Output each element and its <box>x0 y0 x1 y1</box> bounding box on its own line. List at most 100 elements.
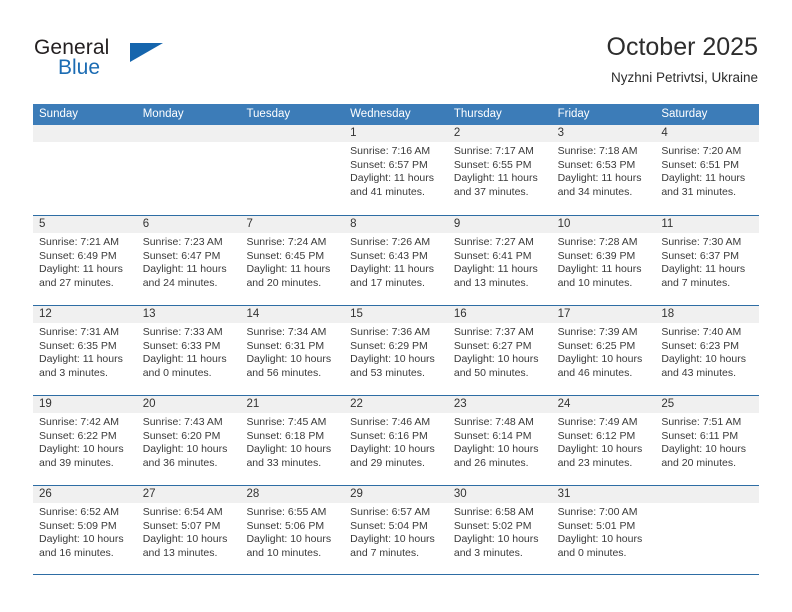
day-number: 17 <box>557 308 571 320</box>
day-cell[interactable]: 7 Sunrise: 7:24 AM Sunset: 6:45 PM Dayli… <box>240 216 345 305</box>
daylight-text-2: and 13 minutes. <box>142 546 218 559</box>
day-info: Sunrise: 7:49 AM Sunset: 6:12 PM Dayligh… <box>552 413 656 470</box>
day-number: 9 <box>453 218 461 230</box>
sunrise-text: Sunrise: 7:46 AM <box>350 416 431 428</box>
sunrise-text: Sunrise: 7:00 AM <box>557 506 638 518</box>
sunset-text: Sunset: 6:39 PM <box>557 249 636 262</box>
day-cell[interactable]: 20 Sunrise: 7:43 AM Sunset: 6:20 PM Dayl… <box>136 396 241 485</box>
daylight-text-1: Daylight: 10 hours <box>557 443 643 456</box>
day-cell[interactable]: 25 Sunrise: 7:51 AM Sunset: 6:11 PM Dayl… <box>655 396 760 485</box>
day-cell[interactable]: 22 Sunrise: 7:46 AM Sunset: 6:16 PM Dayl… <box>344 396 448 485</box>
day-cell[interactable]: 1 Sunrise: 7:16 AM Sunset: 6:57 PM Dayli… <box>344 125 448 215</box>
day-number: 5 <box>39 218 46 230</box>
day-cell[interactable]: 19 Sunrise: 7:42 AM Sunset: 6:22 PM Dayl… <box>33 396 137 485</box>
day-cell[interactable]: 10 Sunrise: 7:28 AM Sunset: 6:39 PM Dayl… <box>551 216 656 305</box>
day-info: Sunrise: 6:54 AM Sunset: 5:07 PM Dayligh… <box>137 503 241 560</box>
day-cell[interactable]: 29 Sunrise: 6:57 AM Sunset: 5:04 PM Dayl… <box>344 486 448 574</box>
day-number-band: 31 <box>551 486 656 503</box>
day-number: 2 <box>453 127 461 139</box>
day-info: Sunrise: 6:55 AM Sunset: 5:06 PM Dayligh… <box>240 503 344 560</box>
logo-text-blue: Blue <box>58 56 101 79</box>
daylight-text-1: Daylight: 10 hours <box>246 443 332 456</box>
sunset-text: Sunset: 6:18 PM <box>246 429 325 442</box>
day-number: 7 <box>246 218 253 230</box>
sunset-text: Sunset: 6:27 PM <box>453 339 532 352</box>
day-number: 4 <box>661 127 668 139</box>
sunset-text: Sunset: 6:53 PM <box>557 158 636 171</box>
day-cell[interactable]: 21 Sunrise: 7:45 AM Sunset: 6:18 PM Dayl… <box>240 396 345 485</box>
sunrise-text: Sunrise: 7:43 AM <box>142 416 223 428</box>
weekday-header-thursday: Thursday <box>453 108 502 120</box>
day-number-band: 15 <box>344 306 448 323</box>
day-info: Sunrise: 7:21 AM Sunset: 6:49 PM Dayligh… <box>33 233 137 290</box>
day-cell[interactable]: 3 Sunrise: 7:18 AM Sunset: 6:53 PM Dayli… <box>551 125 656 215</box>
daylight-text-1: Daylight: 10 hours <box>142 443 228 456</box>
day-cell[interactable]: 12 Sunrise: 7:31 AM Sunset: 6:35 PM Dayl… <box>33 306 137 395</box>
generalblue-logo[interactable]: General Blue <box>34 36 234 86</box>
day-cell[interactable]: 15 Sunrise: 7:36 AM Sunset: 6:29 PM Dayl… <box>344 306 448 395</box>
day-cell[interactable]: 28 Sunrise: 6:55 AM Sunset: 5:06 PM Dayl… <box>240 486 345 574</box>
day-cell[interactable]: 13 Sunrise: 7:33 AM Sunset: 6:33 PM Dayl… <box>136 306 241 395</box>
day-number-band: 30 <box>447 486 552 503</box>
sunrise-text: Sunrise: 7:31 AM <box>39 326 119 338</box>
sunrise-text: Sunrise: 6:52 AM <box>39 506 119 518</box>
sunset-text: Sunset: 6:51 PM <box>661 158 739 171</box>
day-number: 15 <box>350 308 363 320</box>
weekday-header-wednesday: Wednesday <box>350 108 411 120</box>
sunrise-text: Sunrise: 7:34 AM <box>246 326 327 338</box>
day-info: Sunrise: 7:33 AM Sunset: 6:33 PM Dayligh… <box>137 323 241 380</box>
day-cell[interactable]: 5 Sunrise: 7:21 AM Sunset: 6:49 PM Dayli… <box>33 216 137 305</box>
day-number: 10 <box>557 218 571 230</box>
daylight-text-2: and 56 minutes. <box>246 366 322 379</box>
sunset-text: Sunset: 5:06 PM <box>246 519 325 532</box>
sunrise-text: Sunrise: 7:33 AM <box>142 326 223 338</box>
daylight-text-1: Daylight: 11 hours <box>350 172 435 185</box>
day-cell[interactable]: 23 Sunrise: 7:48 AM Sunset: 6:14 PM Dayl… <box>447 396 552 485</box>
daylight-text-1: Daylight: 11 hours <box>142 353 227 366</box>
daylight-text-1: Daylight: 10 hours <box>557 353 643 366</box>
daylight-text-1: Daylight: 11 hours <box>39 353 123 366</box>
day-cell[interactable]: 17 Sunrise: 7:39 AM Sunset: 6:25 PM Dayl… <box>551 306 656 395</box>
day-info: Sunrise: 7:17 AM Sunset: 6:55 PM Dayligh… <box>448 142 552 199</box>
day-cell[interactable]: 14 Sunrise: 7:34 AM Sunset: 6:31 PM Dayl… <box>240 306 345 395</box>
sunset-text: Sunset: 5:02 PM <box>453 519 532 532</box>
daylight-text-2: and 31 minutes. <box>661 185 737 198</box>
sunset-text: Sunset: 6:25 PM <box>557 339 636 352</box>
day-number: 31 <box>557 488 571 500</box>
day-number-band: 12 <box>33 306 137 323</box>
day-cell[interactable]: 16 Sunrise: 7:37 AM Sunset: 6:27 PM Dayl… <box>447 306 552 395</box>
day-cell[interactable]: 26 Sunrise: 6:52 AM Sunset: 5:09 PM Dayl… <box>33 486 137 574</box>
sunrise-text: Sunrise: 7:36 AM <box>350 326 431 338</box>
day-info: Sunrise: 7:26 AM Sunset: 6:43 PM Dayligh… <box>344 233 448 290</box>
sunset-text: Sunset: 6:14 PM <box>453 429 532 442</box>
day-number-band: 16 <box>447 306 552 323</box>
day-number-band: 22 <box>344 396 448 413</box>
sunset-text: Sunset: 6:43 PM <box>350 249 428 262</box>
day-cell[interactable]: 6 Sunrise: 7:23 AM Sunset: 6:47 PM Dayli… <box>136 216 241 305</box>
sunset-text: Sunset: 5:09 PM <box>39 519 117 532</box>
day-info: Sunrise: 6:57 AM Sunset: 5:04 PM Dayligh… <box>344 503 448 560</box>
day-cell[interactable]: 11 Sunrise: 7:30 AM Sunset: 6:37 PM Dayl… <box>655 216 760 305</box>
day-cell[interactable]: 9 Sunrise: 7:27 AM Sunset: 6:41 PM Dayli… <box>447 216 552 305</box>
day-cell[interactable]: 30 Sunrise: 6:58 AM Sunset: 5:02 PM Dayl… <box>447 486 552 574</box>
day-cell[interactable]: 4 Sunrise: 7:20 AM Sunset: 6:51 PM Dayli… <box>655 125 760 215</box>
day-cell[interactable]: 2 Sunrise: 7:17 AM Sunset: 6:55 PM Dayli… <box>447 125 552 215</box>
day-number: 23 <box>453 398 467 410</box>
day-info: Sunrise: 7:18 AM Sunset: 6:53 PM Dayligh… <box>552 142 656 199</box>
day-number-band: 29 <box>344 486 448 503</box>
day-number: 16 <box>453 308 467 320</box>
day-info: Sunrise: 7:28 AM Sunset: 6:39 PM Dayligh… <box>552 233 656 290</box>
day-info: Sunrise: 6:58 AM Sunset: 5:02 PM Dayligh… <box>448 503 552 560</box>
sunrise-text: Sunrise: 6:55 AM <box>246 506 327 518</box>
day-cell[interactable]: 27 Sunrise: 6:54 AM Sunset: 5:07 PM Dayl… <box>136 486 241 574</box>
day-cell[interactable]: 8 Sunrise: 7:26 AM Sunset: 6:43 PM Dayli… <box>344 216 448 305</box>
day-number-band: 13 <box>136 306 241 323</box>
sunrise-text: Sunrise: 7:49 AM <box>557 416 638 428</box>
daylight-text-1: Daylight: 10 hours <box>453 353 539 366</box>
sunrise-text: Sunrise: 6:58 AM <box>453 506 534 518</box>
day-cell[interactable]: 31 Sunrise: 7:00 AM Sunset: 5:01 PM Dayl… <box>551 486 656 574</box>
sunrise-text: Sunrise: 7:21 AM <box>39 236 119 248</box>
day-cell[interactable]: 18 Sunrise: 7:40 AM Sunset: 6:23 PM Dayl… <box>655 306 760 395</box>
sunset-text: Sunset: 6:49 PM <box>39 249 117 262</box>
day-cell[interactable]: 24 Sunrise: 7:49 AM Sunset: 6:12 PM Dayl… <box>551 396 656 485</box>
